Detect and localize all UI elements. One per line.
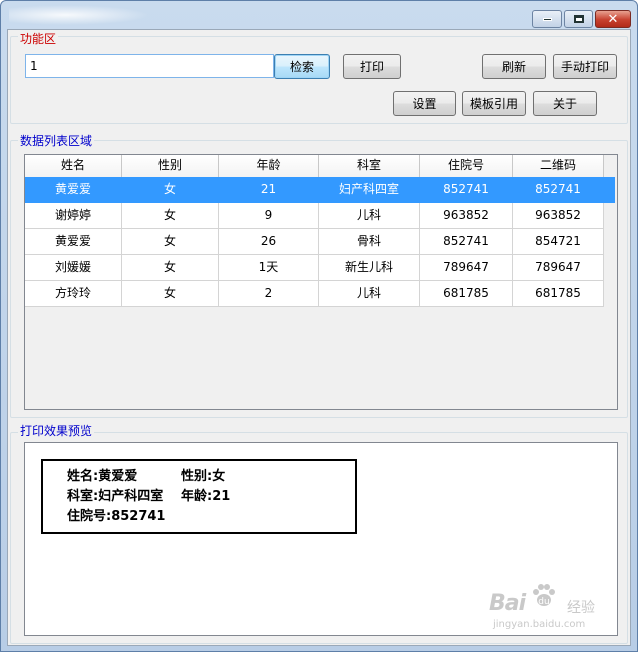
search-button[interactable]: 检索 <box>274 54 330 79</box>
table-row[interactable]: 方玲玲女 2 儿科 681785 681785 <box>25 281 604 307</box>
cell-gender[interactable]: 女 <box>122 229 219 255</box>
paw-icon: du <box>533 584 555 607</box>
cell-age[interactable]: 21 <box>219 177 319 203</box>
minimize-button[interactable] <box>532 10 562 28</box>
cell-age[interactable]: 9 <box>219 203 319 229</box>
cell-gender[interactable]: 女 <box>122 203 219 229</box>
column-header-age[interactable]: 年龄 <box>219 155 319 177</box>
table-row[interactable]: 黄爱爱女 21 妇产科四室 852741 852741 <box>25 177 615 203</box>
card-gender: 性别:女 <box>181 469 226 484</box>
cell-name[interactable]: 黄爱爱 <box>25 177 122 203</box>
cell-admission-no[interactable]: 852741 <box>420 229 513 255</box>
column-header-gender[interactable]: 性别 <box>122 155 219 177</box>
minimize-icon <box>542 17 552 21</box>
print-button[interactable]: 打印 <box>343 54 401 79</box>
settings-button[interactable]: 设置 <box>393 91 456 116</box>
title-bar[interactable]: ✕ <box>1 1 637 31</box>
cell-admission-no[interactable]: 681785 <box>420 281 513 307</box>
data-grid[interactable]: 姓名 性别 年龄 科室 住院号 二维码 黄爱爱女 21 妇产科四室 852741 852741 谢婷… <box>24 154 618 410</box>
refresh-button[interactable]: 刷新 <box>482 54 546 79</box>
cell-gender[interactable]: 女 <box>122 177 219 203</box>
table-row[interactable]: 刘媛媛女 1天 新生儿科 789647 789647 <box>25 255 604 281</box>
preview-area-label: 打印效果预览 <box>18 424 95 438</box>
cell-department[interactable]: 骨科 <box>319 229 420 255</box>
baidu-jingyan-watermark: Bai du 经验 jingyan.baidu.com <box>489 579 609 635</box>
cell-gender[interactable]: 女 <box>122 255 219 281</box>
column-header-admission-no[interactable]: 住院号 <box>420 155 513 177</box>
table-row[interactable]: 黄爱爱女 26 骨科 852741 854721 <box>25 229 604 255</box>
cell-department[interactable]: 新生儿科 <box>319 255 420 281</box>
card-admission-no: 住院号:852741 <box>67 509 166 524</box>
card-name: 姓名:黄爱爱 <box>67 469 138 484</box>
svg-text:du: du <box>538 597 549 607</box>
card-age: 年龄:21 <box>181 489 231 504</box>
list-area-label: 数据列表区域 <box>18 134 95 148</box>
cell-name[interactable]: 谢婷婷 <box>25 203 122 229</box>
cell-admission-no[interactable]: 963852 <box>420 203 513 229</box>
client-area: 功能区 检索 打印 刷新 手动打印 设置 模板引用 关于 数据列表区域 姓名性别… <box>7 29 631 646</box>
search-input[interactable] <box>25 54 274 78</box>
cell-age[interactable]: 1天 <box>219 255 319 281</box>
cell-qr-code[interactable]: 681785 <box>513 281 604 307</box>
cell-department[interactable]: 儿科 <box>319 203 420 229</box>
print-label-card: 姓名:黄爱爱 性别:女 科室:妇产科四室 年龄:21 住院号:852741 <box>41 459 357 534</box>
row-selection-tail <box>604 177 615 203</box>
cell-qr-code[interactable]: 963852 <box>513 203 604 229</box>
cell-name[interactable]: 方玲玲 <box>25 281 122 307</box>
column-header-qr-code[interactable]: 二维码 <box>513 155 604 177</box>
cell-name[interactable]: 黄爱爱 <box>25 229 122 255</box>
title-glow <box>9 5 149 25</box>
table-row[interactable]: 谢婷婷女 9 儿科 963852 963852 <box>25 203 604 229</box>
grid-header: 姓名 性别 年龄 科室 住院号 二维码 <box>25 155 604 177</box>
column-header-name[interactable]: 姓名 <box>25 155 122 177</box>
watermark-suffix: 经验 <box>567 600 595 616</box>
manual-print-button[interactable]: 手动打印 <box>553 54 617 79</box>
cell-qr-code[interactable]: 854721 <box>513 229 604 255</box>
cell-admission-no[interactable]: 852741 <box>420 177 513 203</box>
cell-age[interactable]: 26 <box>219 229 319 255</box>
app-window: ✕ 功能区 检索 打印 刷新 手动打印 设置 模板引用 关于 数据列表区域 姓名… <box>0 0 638 652</box>
column-header-department[interactable]: 科室 <box>319 155 420 177</box>
about-button[interactable]: 关于 <box>533 91 597 116</box>
cell-gender[interactable]: 女 <box>122 281 219 307</box>
close-button[interactable]: ✕ <box>595 10 631 28</box>
card-department: 科室:妇产科四室 <box>67 489 164 504</box>
maximize-icon <box>573 15 584 23</box>
cell-qr-code[interactable]: 789647 <box>513 255 604 281</box>
close-icon: ✕ <box>607 11 619 27</box>
watermark-url: jingyan.baidu.com <box>493 619 586 630</box>
cell-admission-no[interactable]: 789647 <box>420 255 513 281</box>
cell-qr-code[interactable]: 852741 <box>513 177 604 203</box>
cell-name[interactable]: 刘媛媛 <box>25 255 122 281</box>
cell-age[interactable]: 2 <box>219 281 319 307</box>
watermark-brand: Bai <box>489 591 526 616</box>
cell-department[interactable]: 妇产科四室 <box>319 177 420 203</box>
function-area-label: 功能区 <box>18 32 59 46</box>
cell-department[interactable]: 儿科 <box>319 281 420 307</box>
template-button[interactable]: 模板引用 <box>462 91 526 116</box>
maximize-button[interactable] <box>564 10 593 28</box>
